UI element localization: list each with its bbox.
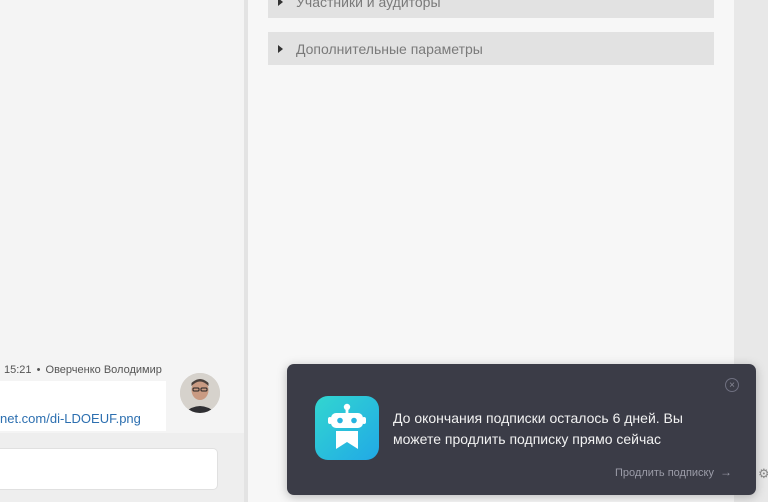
expand-triangle-icon bbox=[278, 44, 283, 53]
expand-triangle-icon bbox=[278, 0, 283, 6]
renew-subscription-link[interactable]: Продлить подписку → bbox=[615, 465, 732, 479]
close-icon[interactable]: × bbox=[725, 378, 739, 392]
arrow-right-icon: → bbox=[720, 465, 732, 479]
section-label: Участники и аудиторы bbox=[296, 0, 441, 10]
meta-separator: • bbox=[36, 364, 41, 376]
section-participants[interactable]: Участники и аудиторы bbox=[268, 0, 714, 18]
subscription-notification: × До окончания подписки осталось 6 дней.… bbox=[287, 364, 756, 495]
section-label: Дополнительные параметры bbox=[296, 40, 483, 57]
robot-icon bbox=[315, 396, 379, 460]
renew-label: Продлить подписку bbox=[615, 467, 714, 479]
message-input[interactable] bbox=[0, 448, 218, 490]
robot-glyph bbox=[328, 403, 366, 449]
message-meta: 15:21 • Оверченко Володимир bbox=[4, 364, 162, 376]
message-time: 15:21 bbox=[4, 364, 32, 376]
message-link[interactable]: net.com/di-LDOEUF.png bbox=[0, 411, 141, 426]
avatar[interactable] bbox=[180, 373, 220, 413]
gear-icon[interactable]: ⚙ bbox=[758, 466, 768, 482]
avatar-image bbox=[180, 373, 220, 413]
message-author[interactable]: Оверченко Володимир bbox=[46, 364, 162, 376]
notification-message: До окончания подписки осталось 6 дней. В… bbox=[393, 410, 683, 447]
section-additional-params[interactable]: Дополнительные параметры bbox=[268, 32, 714, 65]
